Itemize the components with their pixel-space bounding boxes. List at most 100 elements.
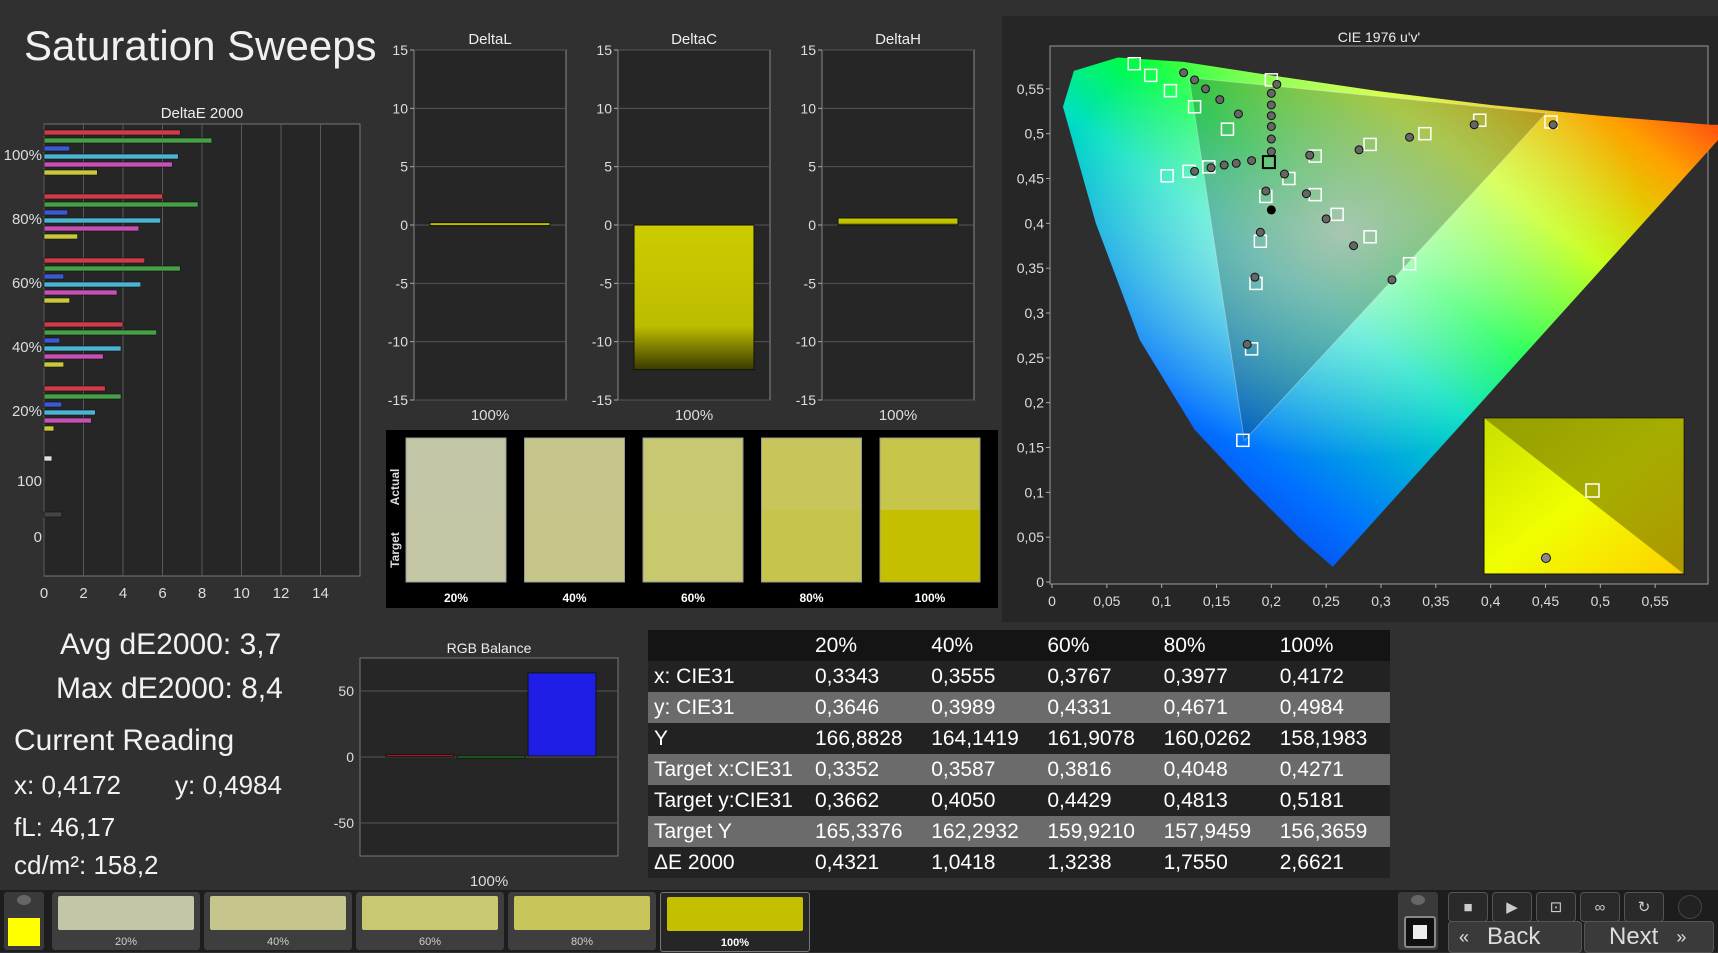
scroll-up-icon[interactable] [17,895,31,905]
y-tick-label: 0,3 [1025,305,1045,321]
table-cell: 160,0262 [1157,723,1274,754]
table-cell: 0,4321 [809,847,926,878]
stop-measure-button[interactable]: ■ [1448,892,1488,922]
deltal-chart: DeltaL 15 10 5 0 -5 -10 -15 100% [388,31,567,420]
y-tick-label: 0,4 [1025,215,1045,231]
back-button[interactable]: « Back [1448,921,1582,953]
y-tick-label: -15 [796,392,816,408]
actual-swatch [406,438,506,510]
y-tick-label: 10 [392,100,408,116]
delta-bar [429,222,551,227]
actual-swatch [880,438,980,510]
measured-point [1242,339,1252,349]
patch-label: 40% [266,936,290,948]
deltae-bar [43,153,179,160]
chart-title: DeltaC [671,31,717,48]
patch-thumbnail[interactable]: 100% [660,892,810,952]
stop-button[interactable] [1404,916,1436,948]
table-cell: 156,3659 [1273,816,1390,847]
patch-thumbnail[interactable]: 40% [204,892,352,950]
current-y-value: y: 0,4984 [175,770,282,800]
bracket-icon: ⊡ [1549,899,1563,916]
chart-title: RGB Balance [447,640,532,656]
chart-title: DeltaL [468,31,511,48]
swatch-label: 100% [915,591,946,605]
x-category-label: 100% [879,407,917,420]
y-tick-label: 5 [400,159,408,175]
deltae-2000-chart: DeltaE 2000 0 2 4 6 8 10 12 14 100% 80% 60% 40% 20% 10… [4,105,361,602]
y-tick-label: 15 [800,42,816,58]
deltae-bar [43,511,63,518]
deltae-bar [43,201,199,208]
measured-point [1219,160,1229,170]
stop-icon [1413,925,1427,939]
y-tick-label: 0,55 [1017,81,1044,97]
table-cell: 0,3989 [925,692,1042,723]
luminance-fl-value: fL: 46,17 [14,812,116,842]
options-icon[interactable] [1678,895,1702,919]
table-cell: 164,1419 [925,723,1042,754]
y-tick-label: 0 [808,217,816,233]
next-button[interactable]: Next » [1584,921,1714,953]
table-cell: 0,4271 [1273,754,1390,785]
chevron-left-icon: « [1459,926,1470,947]
scroll-up-icon[interactable] [1411,895,1425,905]
measured-point [1261,186,1271,196]
patch-thumbnail[interactable]: 60% [356,892,504,950]
deltae-bar [43,145,70,152]
infinity-icon: ∞ [1594,898,1606,916]
row-label: ΔE 2000 [648,847,809,878]
patch-thumbnail[interactable]: 80% [508,892,656,950]
target-swatch [524,510,625,582]
x-category-label: 100% [471,407,509,420]
column-header: 60% [1041,630,1158,661]
x-tick-label: 0 [40,585,48,602]
table-row: Y 166,8828 164,1419 161,9078 160,0262 158,198… [648,723,1390,754]
x-tick-label: 4 [119,585,127,602]
deltae-bar [43,129,181,136]
deltae-bar [43,297,70,304]
actual-label: Actual [388,469,402,506]
table-cell: 0,4050 [925,785,1042,816]
actual-swatch [524,438,625,510]
y-tick-label: 10 [596,100,612,116]
measured-point [1250,272,1260,282]
y-tick-label: 0 [604,217,612,233]
swatch-label: 40% [562,591,586,605]
column-header [648,630,809,661]
play-button[interactable]: ▶ [1492,892,1532,922]
x-category-label: 100% [470,873,508,890]
deltae-bar [43,273,65,280]
table-cell: 0,3767 [1041,661,1158,692]
single-read-button[interactable]: ⊡ [1536,892,1576,922]
measured-point [1321,214,1331,224]
patch-label: 20% [114,936,138,948]
deltae-bar [43,161,173,168]
deltae-bar [43,209,69,216]
current-x-value: x: 0,4172 [14,770,121,800]
table-cell: 0,3555 [925,661,1042,692]
measured-point [1266,100,1276,110]
refresh-button[interactable]: ↻ [1624,892,1664,922]
y-tick-label: -15 [388,392,408,408]
y-tick-label: -5 [600,275,613,291]
deltae-bar [43,233,78,240]
rgb-bar [456,755,526,759]
row-label: x: CIE31 [648,661,809,692]
continuous-read-button[interactable]: ∞ [1580,892,1620,922]
measured-point [1231,158,1241,168]
patch-label: 60% [418,936,442,948]
deltae-bar [43,225,140,232]
table-row: Target x:CIE31 0,3352 0,3587 0,3816 0,4048 0,… [648,754,1390,785]
patch-thumbnail[interactable]: 20% [52,892,200,950]
group-label-80: 80% [12,211,42,228]
y-tick-label: 15 [392,42,408,58]
table-cell: 0,5181 [1273,785,1390,816]
current-reading-point [1266,205,1276,215]
actual-swatch [761,438,862,510]
column-header: 20% [809,630,926,661]
y-tick-label: 5 [604,159,612,175]
chart-title: DeltaH [875,31,921,48]
deltae-bar [43,385,106,392]
table-cell: 0,3587 [925,754,1042,785]
